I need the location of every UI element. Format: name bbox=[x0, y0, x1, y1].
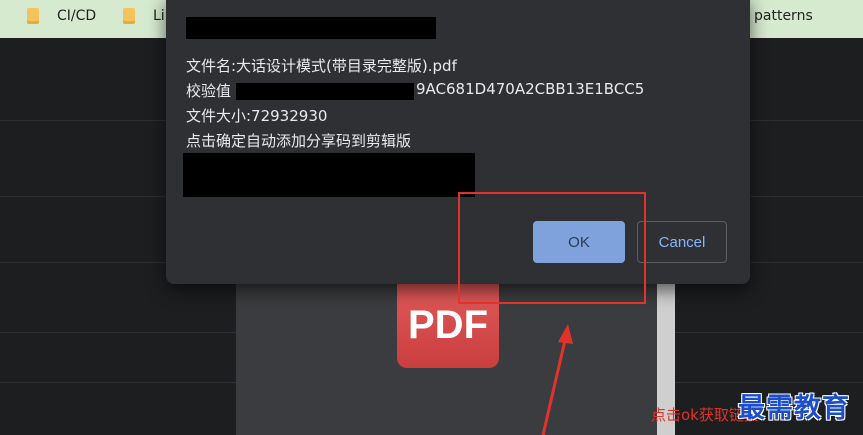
watermark-logo: 最需教育 bbox=[738, 393, 850, 424]
annotation-arrow bbox=[541, 324, 573, 435]
